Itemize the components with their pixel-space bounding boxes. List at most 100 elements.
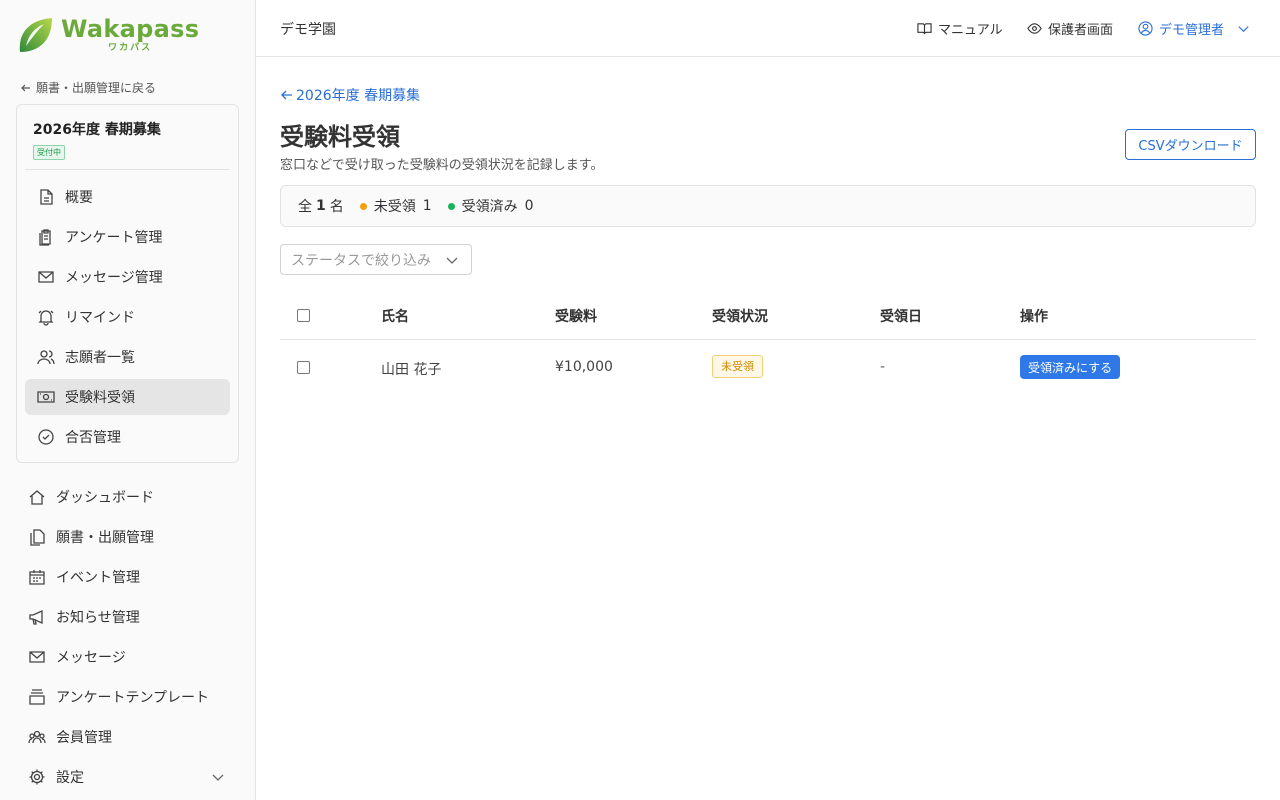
- document-icon: [40, 189, 53, 205]
- received-dot: [447, 202, 455, 210]
- mail-icon: [38, 271, 54, 283]
- mail-icon: [29, 651, 45, 663]
- nav-settings[interactable]: 設定: [28, 759, 228, 795]
- chevron-down-icon: [1238, 26, 1249, 33]
- leaf-logo-icon: [19, 18, 53, 52]
- page-description: 窓口などで受け取った受験料の受領状況を記録します。: [280, 158, 604, 173]
- book-open-icon: [917, 23, 932, 35]
- nav-survey-templates[interactable]: アンケートテンプレート: [28, 679, 228, 715]
- page-title: 受験料受領: [280, 123, 400, 151]
- divider: [25, 169, 230, 170]
- nav-overview[interactable]: 概要: [25, 179, 230, 215]
- breadcrumb-label: 2026年度 春期募集: [296, 88, 421, 104]
- pending-dot: [359, 202, 367, 210]
- nav-messages-label: メッセージ管理: [65, 270, 163, 286]
- nav-announcements[interactable]: お知らせ管理: [28, 599, 228, 635]
- summary-pending-count: 1: [422, 198, 432, 214]
- nav-members-label: 会員管理: [56, 730, 112, 746]
- nav-messages[interactable]: メッセージ管理: [25, 259, 230, 295]
- nav-results-label: 合否管理: [65, 430, 121, 446]
- nav-applications-label: 願書・出願管理: [56, 530, 154, 546]
- col-header-fee: 受験料: [555, 309, 597, 325]
- col-header-name: 氏名: [381, 309, 409, 325]
- back-link-label: 願書・出願管理に戻る: [36, 81, 157, 95]
- back-to-applications-link[interactable]: 願書・出願管理に戻る: [20, 79, 156, 96]
- parent-view-link[interactable]: 保護者画面: [1027, 19, 1113, 38]
- logo[interactable]: Wakapass ワカパス: [16, 16, 199, 54]
- nav-overview-label: 概要: [65, 190, 93, 206]
- summary-total-suffix: 名: [329, 199, 344, 215]
- nav-message-label: メッセージ: [56, 650, 126, 666]
- arrow-left-icon: [21, 84, 30, 91]
- sidebar: Wakapass ワカパス 願書・出願管理に戻る 2026年度 春期募集 受付中…: [0, 0, 256, 800]
- nav-events[interactable]: イベント管理: [28, 559, 228, 595]
- nav-survey-label: アンケート管理: [65, 230, 163, 246]
- top-header: デモ学園 マニュアル 保護者画面 デモ管理者: [256, 0, 1280, 57]
- nav-applicants-label: 志願者一覧: [65, 350, 135, 366]
- nav-members[interactable]: 会員管理: [28, 719, 228, 755]
- status-filter-select[interactable]: ステータスで絞り込み: [280, 244, 472, 275]
- col-header-action: 操作: [1020, 309, 1048, 325]
- summary-received-label: 受領済み: [461, 199, 518, 215]
- summary-received-count: 0: [524, 198, 534, 214]
- bell-icon: [38, 310, 54, 326]
- nav-dashboard-label: ダッシュボード: [56, 490, 154, 506]
- nav-applications[interactable]: 願書・出願管理: [28, 519, 228, 555]
- nav-reminder-label: リマインド: [65, 310, 135, 326]
- col-header-date: 受領日: [880, 309, 922, 325]
- row-fee: ¥10,000: [555, 359, 613, 375]
- group-icon: [28, 730, 46, 744]
- summary-pending: 未受領 1: [359, 196, 432, 216]
- summary-bar: 全 1 名 未受領 1 受領済み 0: [280, 185, 1256, 227]
- summary-received: 受領済み 0: [447, 196, 534, 216]
- summary-pending-label: 未受領: [373, 199, 416, 215]
- parent-view-label: 保護者画面: [1048, 23, 1114, 38]
- gear-icon: [29, 769, 45, 785]
- campaign-status-badge: 受付中: [33, 145, 65, 160]
- home-icon: [29, 490, 45, 505]
- campaign-nav: 2026年度 春期募集 受付中 概要 アンケート管理 メッセージ管理 リマインド…: [16, 104, 239, 463]
- user-circle-icon: [1138, 21, 1153, 36]
- nav-survey-templates-label: アンケートテンプレート: [56, 690, 210, 706]
- cash-icon: [37, 391, 55, 403]
- col-header-status: 受領状況: [712, 309, 768, 325]
- brand-sub: ワカパス: [108, 43, 153, 53]
- school-name: デモ学園: [280, 22, 336, 38]
- user-name: デモ管理者: [1159, 23, 1225, 38]
- breadcrumb-back-link[interactable]: 2026年度 春期募集: [280, 85, 420, 105]
- csv-download-button[interactable]: CSVダウンロード: [1125, 129, 1256, 160]
- users-icon: [37, 350, 55, 365]
- row-status-badge: 未受領: [712, 355, 763, 378]
- clipboard-icon: [39, 229, 51, 246]
- mark-received-button[interactable]: 受領済みにする: [1020, 355, 1121, 379]
- brand-name: Wakapass: [61, 15, 200, 43]
- manual-label: マニュアル: [938, 23, 1003, 38]
- manual-link[interactable]: マニュアル: [917, 19, 1003, 38]
- nav-settings-label: 設定: [56, 770, 84, 786]
- campaign-title: 2026年度 春期募集: [33, 122, 161, 138]
- summary-total: 全 1 名: [298, 196, 344, 216]
- row-checkbox[interactable]: [297, 361, 310, 374]
- select-all-checkbox[interactable]: [297, 309, 310, 322]
- user-menu[interactable]: デモ管理者: [1138, 19, 1251, 38]
- stack-icon: [29, 689, 45, 705]
- arrow-left-icon: [281, 90, 292, 100]
- nav-exam-fee[interactable]: 受験料受領: [25, 379, 230, 415]
- row-date: -: [880, 359, 886, 375]
- summary-total-count: 1: [316, 198, 326, 214]
- nav-applicants[interactable]: 志願者一覧: [25, 339, 230, 375]
- chevron-down-icon[interactable]: [210, 769, 226, 785]
- copy-icon: [30, 529, 45, 546]
- table-header-divider: [280, 339, 1256, 340]
- nav-reminder[interactable]: リマインド: [25, 299, 230, 335]
- check-circle-icon: [38, 429, 54, 445]
- row-name: 山田 花子: [381, 362, 442, 378]
- calendar-icon: [29, 570, 45, 585]
- status-filter-placeholder: ステータスで絞り込み: [291, 252, 431, 269]
- nav-results[interactable]: 合否管理: [25, 419, 230, 455]
- nav-events-label: イベント管理: [56, 570, 140, 586]
- nav-survey[interactable]: アンケート管理: [25, 219, 230, 255]
- chevron-down-icon: [446, 257, 458, 264]
- nav-dashboard[interactable]: ダッシュボード: [28, 479, 228, 515]
- nav-message[interactable]: メッセージ: [28, 639, 228, 675]
